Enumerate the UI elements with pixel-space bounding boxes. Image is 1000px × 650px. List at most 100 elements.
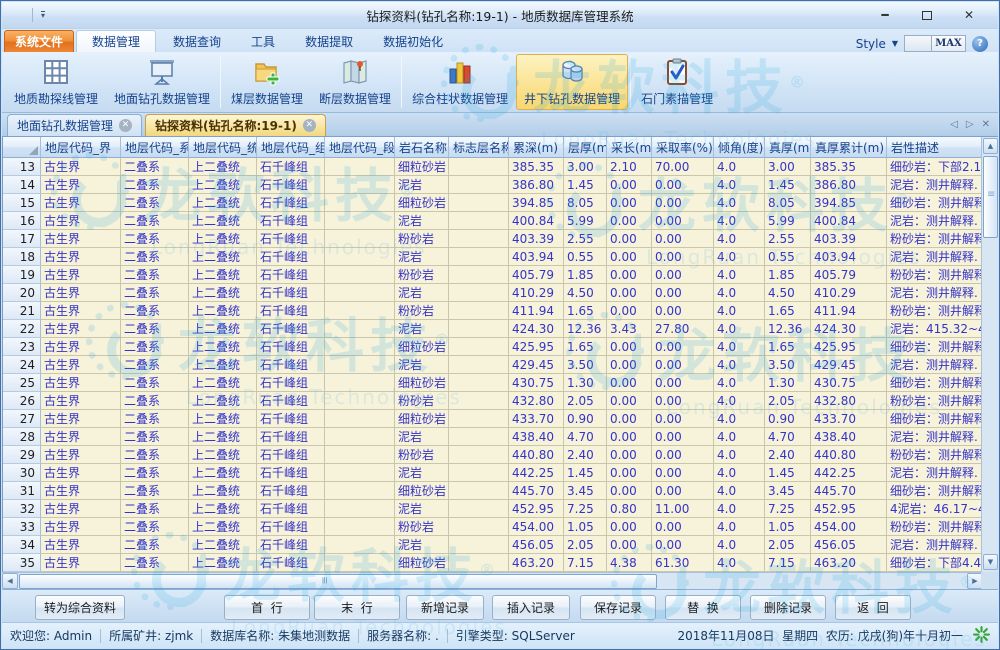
vertical-scroll-thumb[interactable]: [983, 156, 998, 238]
cell[interactable]: 粉砂岩：测井解释.: [887, 518, 983, 536]
cell[interactable]: 粉砂岩：测井解释.: [887, 302, 983, 320]
cell[interactable]: 二叠系: [121, 500, 189, 518]
cell[interactable]: 细砂岩：测井解释.: [887, 374, 983, 392]
cell[interactable]: 二叠系: [121, 446, 189, 464]
cell[interactable]: 二叠系: [121, 302, 189, 320]
cell[interactable]: 上二叠统: [189, 410, 257, 428]
cell[interactable]: 0.00: [652, 464, 714, 482]
cell[interactable]: 2.05: [765, 536, 811, 554]
tab-data-query[interactable]: 数据查询: [158, 30, 236, 52]
cell[interactable]: 0.00: [652, 338, 714, 356]
cell[interactable]: 403.94: [811, 248, 887, 266]
cell[interactable]: 425.95: [811, 338, 887, 356]
cell[interactable]: 泥岩：测井解释.: [887, 536, 983, 554]
cell[interactable]: 细砂岩：测井解释.: [887, 338, 983, 356]
cell[interactable]: 二叠系: [121, 374, 189, 392]
cell[interactable]: 411.94: [811, 302, 887, 320]
cell[interactable]: 0.00: [652, 356, 714, 374]
row-number[interactable]: 24: [3, 356, 41, 374]
cell[interactable]: 上二叠统: [189, 554, 257, 572]
cell[interactable]: [449, 266, 509, 284]
cell[interactable]: 二叠系: [121, 320, 189, 338]
cell[interactable]: 上二叠统: [189, 500, 257, 518]
cell[interactable]: 0.00: [652, 410, 714, 428]
cell[interactable]: 二叠系: [121, 554, 189, 572]
cell[interactable]: 456.05: [509, 536, 564, 554]
cell[interactable]: 上二叠统: [189, 320, 257, 338]
cell[interactable]: 泥岩：测井解释.: [887, 284, 983, 302]
cell[interactable]: 0.00: [607, 392, 652, 410]
row-number[interactable]: 31: [3, 482, 41, 500]
cell[interactable]: 394.85: [509, 194, 564, 212]
row-number[interactable]: 17: [3, 230, 41, 248]
cell[interactable]: 1.65: [564, 338, 607, 356]
cell[interactable]: 古生界: [41, 374, 121, 392]
cell[interactable]: 424.30: [509, 320, 564, 338]
cell[interactable]: 2.05: [564, 392, 607, 410]
return-button[interactable]: 返 回: [835, 595, 911, 620]
cell[interactable]: 430.75: [509, 374, 564, 392]
cell[interactable]: 粉砂岩：测井解释.: [887, 230, 983, 248]
cell[interactable]: 石千峰组: [257, 266, 325, 284]
cell[interactable]: 0.00: [652, 176, 714, 194]
cell[interactable]: [325, 518, 395, 536]
cell[interactable]: 二叠系: [121, 158, 189, 176]
cell[interactable]: 0.00: [607, 536, 652, 554]
cell[interactable]: 泥岩: [395, 428, 449, 446]
cell[interactable]: 0.00: [607, 446, 652, 464]
cell[interactable]: 细砂岩：测井解释.: [887, 482, 983, 500]
cell[interactable]: 0.00: [652, 230, 714, 248]
cell[interactable]: 石千峰组: [257, 518, 325, 536]
cell[interactable]: 3.00: [564, 158, 607, 176]
row-number[interactable]: 34: [3, 536, 41, 554]
cell[interactable]: [449, 536, 509, 554]
cell[interactable]: 泥岩：415.32~418.: [887, 320, 983, 338]
cell[interactable]: 古生界: [41, 248, 121, 266]
cell[interactable]: 4.0: [714, 248, 765, 266]
cell[interactable]: 4.0: [714, 536, 765, 554]
cell[interactable]: 454.00: [811, 518, 887, 536]
cell[interactable]: 438.40: [811, 428, 887, 446]
cell[interactable]: 411.94: [509, 302, 564, 320]
cell[interactable]: [449, 284, 509, 302]
cell[interactable]: 1.45: [564, 176, 607, 194]
cell[interactable]: 古生界: [41, 284, 121, 302]
cell[interactable]: 泥岩：测井解释.: [887, 248, 983, 266]
column-header[interactable]: 真厚累计(m): [811, 137, 887, 158]
cell[interactable]: 古生界: [41, 230, 121, 248]
cell[interactable]: 5.99: [564, 212, 607, 230]
cell[interactable]: 403.39: [811, 230, 887, 248]
maximize-button[interactable]: [906, 5, 948, 25]
cell[interactable]: 二叠系: [121, 410, 189, 428]
cell[interactable]: 1.45: [564, 464, 607, 482]
cell[interactable]: 4泥岩：46.17~446.: [887, 500, 983, 518]
cell[interactable]: 452.95: [509, 500, 564, 518]
cell[interactable]: 385.35: [509, 158, 564, 176]
delete-record-button[interactable]: 删除记录: [750, 595, 826, 620]
cell[interactable]: 1.85: [564, 266, 607, 284]
column-header[interactable]: 采取率(%): [652, 137, 714, 158]
column-header[interactable]: 标志层名称: [449, 137, 509, 158]
cell[interactable]: 12.36: [765, 320, 811, 338]
cell[interactable]: 438.40: [509, 428, 564, 446]
cell[interactable]: [325, 464, 395, 482]
cell[interactable]: 细粒砂岩: [395, 410, 449, 428]
row-number[interactable]: 23: [3, 338, 41, 356]
cell[interactable]: 石千峰组: [257, 464, 325, 482]
cell[interactable]: 泥岩: [395, 212, 449, 230]
cell[interactable]: 1.45: [765, 176, 811, 194]
cell[interactable]: 440.80: [811, 446, 887, 464]
cell[interactable]: [449, 410, 509, 428]
button-survey-line-management[interactable]: 地质勘探线管理: [6, 54, 106, 110]
cell[interactable]: 二叠系: [121, 356, 189, 374]
cell[interactable]: 石千峰组: [257, 176, 325, 194]
cell[interactable]: [449, 194, 509, 212]
cell[interactable]: 细砂岩：下部2.19米: [887, 158, 983, 176]
cell[interactable]: 上二叠统: [189, 302, 257, 320]
cell[interactable]: 8.05: [564, 194, 607, 212]
first-row-button[interactable]: 首 行: [224, 595, 310, 620]
tab-tools[interactable]: 工具: [236, 30, 290, 52]
cell[interactable]: 4.0: [714, 554, 765, 572]
cell[interactable]: 上二叠统: [189, 284, 257, 302]
button-surface-borehole-management[interactable]: 地面钻孔数据管理: [106, 54, 218, 110]
